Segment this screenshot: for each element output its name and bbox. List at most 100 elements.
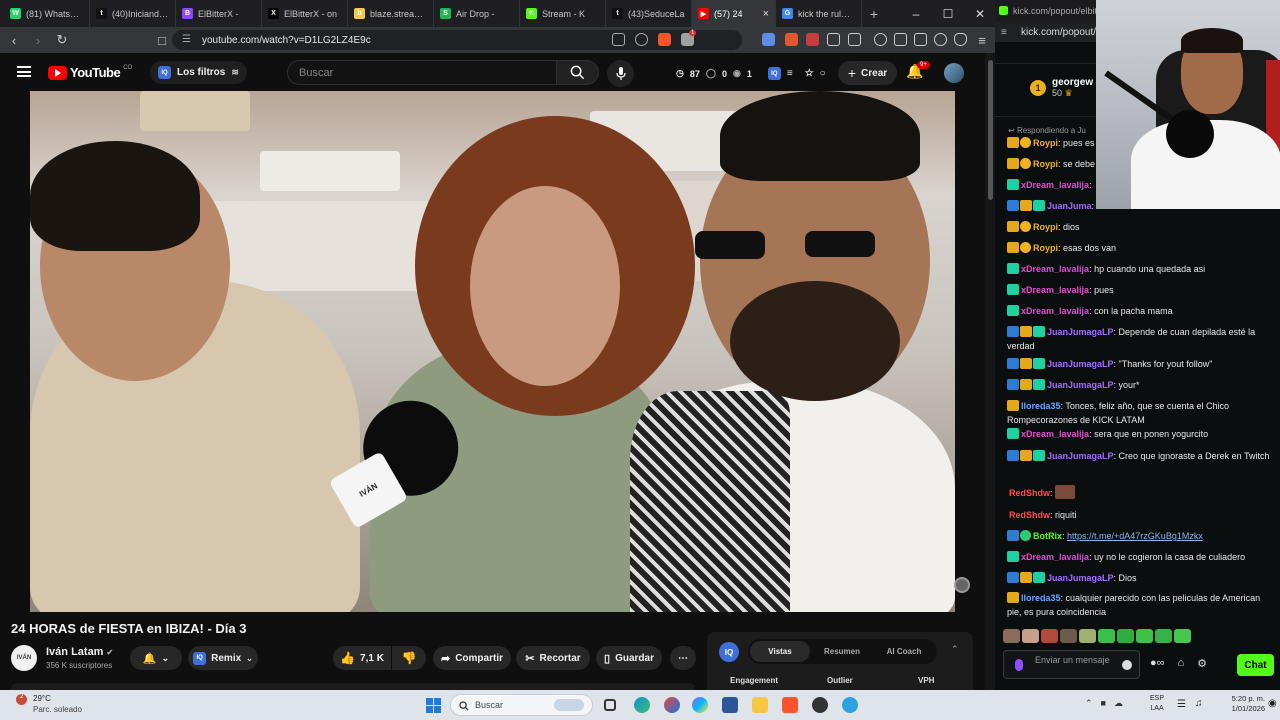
browser-tab[interactable]: ▶ (57) 24 × [692, 0, 776, 27]
browser-tab[interactable]: X ElBitterX - on [262, 0, 348, 27]
wifi-icon[interactable]: ☰ [1177, 699, 1186, 710]
quick-emote-icon[interactable] [1098, 629, 1115, 643]
chat-message[interactable]: lloreda35: cualquier parecido con las pe… [1007, 591, 1273, 619]
panel-tab-ai-coach[interactable]: AI Coach [874, 647, 934, 656]
shop-icon[interactable]: ⌂ [1178, 657, 1185, 670]
list-icon[interactable]: ≡ [787, 68, 793, 79]
language-indicator[interactable]: ESP LAA [1150, 694, 1164, 714]
chat-message[interactable]: Roypi: esas dos van [1007, 241, 1273, 255]
chat-message[interactable]: xDream_lavalija: con la pacha mama [1007, 304, 1273, 318]
sidebar-icon[interactable] [894, 33, 907, 46]
chat-username[interactable]: xDream_lavalija [1021, 306, 1089, 316]
tray-app-icon[interactable]: ■ [1101, 698, 1106, 709]
panel-tab-vistas[interactable]: Vistas [750, 641, 810, 662]
iq-stats-icon[interactable]: IQ [767, 67, 781, 80]
clip-button[interactable]: ✂ Recortar [516, 646, 590, 670]
edge-icon[interactable] [634, 697, 650, 713]
chat-username[interactable]: JuanJumagaLP [1047, 359, 1114, 369]
gift-leaderboard-item[interactable]: 1 georgew 50 ♛ [1030, 77, 1093, 99]
chat-message-input[interactable]: Enviar un mensaje [1003, 650, 1140, 679]
edit-icon[interactable] [635, 33, 648, 46]
site-info-icon[interactable]: ☰ [182, 34, 191, 45]
chat-username[interactable]: Roypi [1033, 159, 1058, 169]
channel-avatar[interactable]: IVÁN [11, 645, 37, 671]
create-button[interactable]: + Crear [838, 61, 897, 85]
weather-widget[interactable]: 2 29°C Parc. soleado [16, 693, 82, 715]
chat-link[interactable]: https://t.me/+dA47rzGKuBg1Mzkx [1067, 531, 1203, 541]
chat-username[interactable]: JuanJumagaLP [1047, 327, 1114, 337]
trophy-icon[interactable]: ☆ [805, 68, 814, 79]
search-input[interactable]: Buscar [287, 60, 557, 85]
settings-gear-icon[interactable]: ⚙ [1197, 657, 1207, 670]
panel-tab-resumen[interactable]: Resumen [810, 647, 874, 656]
voice-search-button[interactable] [607, 60, 634, 87]
share-button[interactable]: ➦ Compartir [433, 646, 511, 670]
page-scrollbar-thumb[interactable] [988, 60, 993, 200]
chat-mic-icon[interactable] [1015, 659, 1023, 671]
url-field[interactable]: ☰ youtube.com/watch?v=D1LG2LZ4E9c [172, 30, 742, 50]
telegram-icon[interactable] [842, 697, 858, 713]
account-avatar[interactable] [944, 63, 964, 83]
chat-username[interactable]: xDream_lavalija [1021, 552, 1089, 562]
tray-chevron-icon[interactable]: ⌃ [1085, 698, 1093, 709]
chat-username[interactable]: lloreda35 [1021, 593, 1061, 603]
taskbar-clock[interactable]: 5:20 p. m. 1/01/2026 [1215, 694, 1265, 714]
quick-emote-icon[interactable] [1060, 629, 1077, 643]
video-overlay-icon[interactable] [954, 577, 970, 593]
chat-message[interactable]: RedShdw: riquiti [1007, 508, 1273, 522]
save-button[interactable]: ▯ Guardar [596, 646, 662, 670]
file-explorer-icon[interactable] [752, 697, 768, 713]
dislike-button[interactable]: 👎 [392, 646, 426, 670]
quick-emote-icon[interactable] [1003, 629, 1020, 643]
minimize-icon[interactable]: – [900, 0, 932, 27]
chat-send-button[interactable]: Chat [1237, 654, 1274, 676]
chat-username[interactable]: Roypi [1033, 138, 1058, 148]
extension-red-icon[interactable] [806, 33, 819, 46]
browser-tab[interactable]: t (43)SeduceLa [606, 0, 692, 27]
chat-bubble-icon[interactable]: ○ [820, 68, 826, 79]
chat-message[interactable]: BotRix: https://t.me/+dA47rzGKuBg1Mzkx [1007, 529, 1273, 543]
task-view-icon[interactable] [604, 699, 616, 711]
chat-message[interactable]: JuanJumagaLP: Depende de cuan depilada e… [1007, 325, 1273, 353]
quick-emote-icon[interactable] [1174, 629, 1191, 643]
quick-emote-icon[interactable] [1079, 629, 1096, 643]
filters-button[interactable]: IQ Los filtros ≋ [150, 61, 247, 84]
gift-subs-icon[interactable]: ●∞ [1150, 657, 1165, 670]
video-player[interactable]: IVÁN [30, 91, 955, 612]
chat-username[interactable]: JuanJuma [1047, 201, 1092, 211]
browser-tab[interactable]: B ElBitterX - [176, 0, 262, 27]
reload-icon[interactable]: ↻ [52, 30, 72, 50]
chat-message[interactable]: lloreda35: Tonces, feliz año, que se cue… [1007, 399, 1273, 427]
copilot-icon[interactable] [692, 697, 708, 713]
store-icon[interactable] [722, 697, 738, 713]
vpn-icon[interactable] [954, 33, 967, 46]
bookmark-icon[interactable]: □ [152, 30, 172, 50]
emoji-picker-icon[interactable] [1122, 660, 1132, 670]
maximize-icon[interactable]: ☐ [932, 0, 964, 27]
chat-username[interactable]: JuanJumagaLP [1047, 380, 1114, 390]
chat-message[interactable]: JuanJumagaLP: Dios [1007, 571, 1273, 585]
chat-username[interactable]: BotRix [1033, 531, 1062, 541]
chat-message[interactable]: xDream_lavalija: uy no le cogieron la ca… [1007, 550, 1273, 564]
chat-message[interactable]: xDream_lavalija: sera que en ponen yogur… [1007, 427, 1273, 441]
chat-username[interactable]: Roypi [1033, 243, 1058, 253]
chat-message[interactable]: Roypi: dios [1007, 220, 1273, 234]
quick-emote-icon[interactable] [1041, 629, 1058, 643]
chat-username[interactable]: RedShdw [1009, 510, 1050, 520]
chat-username[interactable]: lloreda35 [1021, 401, 1061, 411]
browser-tab[interactable]: t (40)Iniciando n [90, 0, 176, 27]
browser-tab[interactable]: b blaze.stream/s [348, 0, 434, 27]
screen-share-icon[interactable] [612, 33, 625, 46]
chat-username[interactable]: JuanJumagaLP [1047, 451, 1114, 461]
chat-username[interactable]: RedShdw [1009, 488, 1050, 498]
menu-icon[interactable]: ≡ [972, 30, 992, 50]
channel-name[interactable]: Iván Latam ✔ [46, 646, 113, 658]
close-window-icon[interactable]: ✕ [964, 0, 996, 27]
browser-tab[interactable]: K Stream - K [520, 0, 606, 27]
kick-url-menu-icon[interactable]: ≡ [1001, 27, 1007, 38]
extension-box-icon[interactable] [848, 33, 861, 46]
chat-username[interactable]: xDream_lavalija [1021, 285, 1089, 295]
microsoft-365-icon[interactable] [664, 697, 680, 713]
chat-message[interactable]: JuanJumagaLP: your* [1007, 378, 1273, 392]
app-dark-icon[interactable] [812, 697, 828, 713]
